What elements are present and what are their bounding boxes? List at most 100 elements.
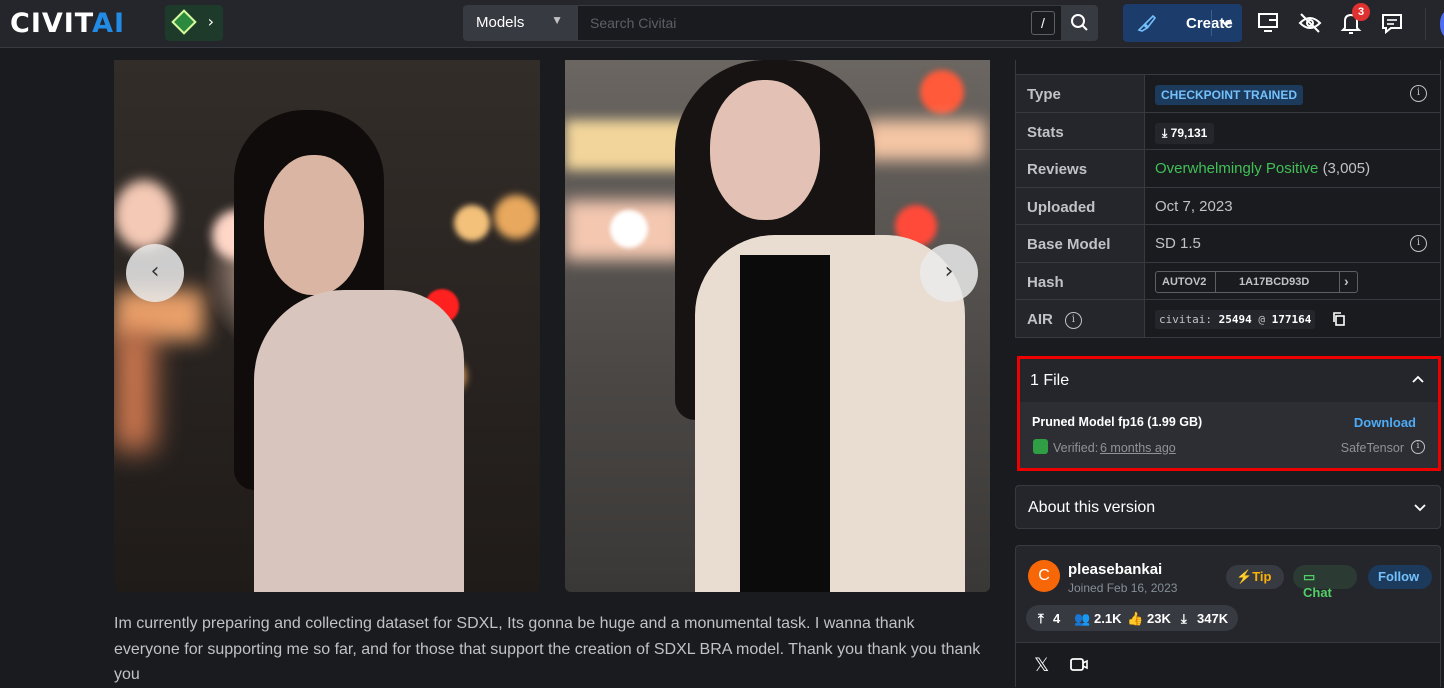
- tip-button[interactable]: ⚡Tip: [1226, 565, 1284, 589]
- air-model-id: 25494: [1218, 313, 1252, 326]
- uploads-count: 4: [1053, 611, 1061, 626]
- hash-value[interactable]: 1A17BCD93D: [1239, 276, 1309, 288]
- table-top-spacer: [1016, 60, 1440, 74]
- hash-selector[interactable]: AUTOV2 1A17BCD93D ›: [1155, 270, 1358, 293]
- reviews-count: (3,005): [1322, 160, 1371, 177]
- bokeh-light: [610, 210, 648, 248]
- follow-label: Follow: [1378, 569, 1420, 584]
- search-input[interactable]: [577, 5, 1062, 41]
- files-header[interactable]: 1 File: [1020, 359, 1438, 402]
- download-link[interactable]: Download: [1354, 415, 1416, 430]
- download-stat-badge: ⤓ 79,131: [1155, 122, 1215, 144]
- creator-name[interactable]: pleasebankai: [1068, 561, 1162, 578]
- face-shape: [264, 155, 364, 295]
- file-format: SafeTensor: [1340, 441, 1404, 455]
- detail-row-air: AIR i civitai: 25494 @ 177164: [1016, 299, 1440, 337]
- notification-count-badge: 3: [1352, 3, 1370, 21]
- chat-icon: ▭: [1303, 569, 1316, 584]
- detail-row-hash: Hash AUTOV2 1A17BCD93D ›: [1016, 261, 1440, 299]
- next-image-button[interactable]: ›: [920, 244, 978, 302]
- detail-row-stats: Stats ⤓ 79,131: [1016, 111, 1440, 149]
- gallery-image-2[interactable]: › +☺ 👍 24 ❤ 24 ⚡0 i: [565, 60, 990, 592]
- model-description: Im currently preparing and collecting da…: [114, 615, 981, 683]
- search-icon: [1071, 14, 1088, 31]
- video-link-icon[interactable]: [1070, 657, 1088, 673]
- followers-count: 2.1K: [1094, 611, 1122, 626]
- chat-icon[interactable]: [1379, 10, 1405, 36]
- detail-row-base-model: Base Model SD 1.5 i: [1016, 224, 1440, 262]
- detail-label: Type: [1016, 75, 1144, 112]
- create-button[interactable]: Create: [1123, 4, 1242, 42]
- civitai-logo[interactable]: CIVITAI: [10, 9, 125, 39]
- create-divider: [1211, 10, 1212, 36]
- likes-count: 23K: [1147, 611, 1171, 626]
- chat-label: Chat: [1303, 585, 1332, 600]
- creator-stats-bar: ⤒ 4 👥 2.1K 👍 23K ⤓ 347K: [1026, 605, 1238, 631]
- info-icon[interactable]: i: [1411, 440, 1425, 454]
- creator-joined: Joined Feb 16, 2023: [1068, 581, 1178, 595]
- bokeh-light: [865, 120, 985, 160]
- face-shape: [710, 80, 820, 220]
- bolt-icon: ⚡: [1236, 569, 1253, 584]
- air-version-id: 177164: [1271, 313, 1312, 326]
- verified-label: Verified:: [1053, 441, 1099, 455]
- info-icon[interactable]: i: [1064, 311, 1082, 329]
- follow-button[interactable]: Follow: [1368, 565, 1432, 589]
- air-at: @: [1258, 313, 1265, 326]
- detail-value: AUTOV2 1A17BCD93D ›: [1144, 262, 1440, 299]
- inner-dress-shape: [740, 255, 830, 592]
- chat-button[interactable]: ▭ Chat: [1293, 565, 1357, 600]
- file-item: Pruned Model fp16 (1.99 GB) Download Ver…: [1020, 402, 1438, 468]
- chevron-right-icon[interactable]: ›: [1344, 273, 1349, 289]
- chevron-up-icon[interactable]: [1412, 375, 1424, 383]
- chevron-down-icon[interactable]: [1219, 17, 1233, 29]
- detail-value: civitai: 25494 @ 177164: [1144, 300, 1440, 337]
- detail-label: Uploaded: [1016, 187, 1144, 224]
- copy-icon[interactable]: [1332, 312, 1346, 326]
- top-navigation-bar: CIVITAI › Models ▼ / Create 3: [0, 0, 1444, 48]
- logo-ai-text: AI: [92, 8, 126, 39]
- download-icon: ⤓: [1181, 611, 1187, 626]
- diamond-icon: [171, 9, 197, 35]
- detail-label: Stats: [1016, 112, 1144, 149]
- x-twitter-icon[interactable]: 𝕏: [1034, 654, 1049, 676]
- search-button[interactable]: [1062, 5, 1098, 41]
- detail-label: Base Model: [1016, 225, 1144, 262]
- verified-time-link[interactable]: 6 months ago: [1100, 441, 1176, 455]
- about-version-accordion[interactable]: About this version: [1015, 485, 1441, 529]
- platform-switcher-button[interactable]: ›: [165, 5, 223, 41]
- bokeh-light: [920, 70, 964, 114]
- likes-icon: 👍: [1127, 611, 1144, 626]
- shirt-shape: [254, 290, 464, 592]
- gallery-image-1[interactable]: ‹ +☺ 👍 28 ❤ 24 ⚡0 i: [114, 60, 540, 592]
- brush-icon: [1137, 14, 1157, 32]
- previous-image-button[interactable]: ‹: [126, 244, 184, 302]
- hash-divider: [1215, 271, 1216, 292]
- detail-label: Hash: [1016, 262, 1144, 299]
- bokeh-light: [454, 205, 490, 241]
- monitor-icon[interactable]: [1256, 10, 1282, 36]
- tip-label: Tip: [1252, 569, 1272, 584]
- base-model-value: SD 1.5: [1155, 235, 1201, 252]
- info-icon[interactable]: i: [1410, 85, 1427, 102]
- detail-label: AIR i: [1016, 300, 1144, 337]
- eye-off-icon[interactable]: [1297, 10, 1323, 36]
- creator-avatar[interactable]: C: [1028, 560, 1060, 592]
- chevron-down-icon: [1414, 504, 1426, 512]
- search-type-select[interactable]: Models ▼: [463, 5, 577, 41]
- model-details-table: Type CHECKPOINT TRAINED i Stats ⤓ 79,131 …: [1015, 60, 1441, 338]
- chevron-down-icon: ▼: [551, 13, 563, 27]
- download-count: 79,131: [1170, 125, 1208, 140]
- file-name: Pruned Model fp16 (1.99 GB): [1032, 415, 1203, 429]
- air-identifier: civitai: 25494 @ 177164: [1155, 310, 1316, 329]
- user-avatar[interactable]: [1440, 11, 1444, 37]
- detail-row-reviews: Reviews Overwhelmingly Positive (3,005): [1016, 149, 1440, 187]
- air-prefix: civitai:: [1159, 313, 1212, 326]
- detail-value: Overwhelmingly Positive (3,005): [1144, 150, 1440, 187]
- search-shortcut-hint: /: [1031, 11, 1055, 35]
- info-icon[interactable]: i: [1410, 235, 1427, 252]
- type-badge: CHECKPOINT TRAINED: [1155, 85, 1304, 105]
- hash-divider: [1339, 271, 1340, 292]
- followers-icon: 👥: [1074, 611, 1091, 626]
- reviews-link[interactable]: Overwhelmingly Positive: [1155, 160, 1318, 177]
